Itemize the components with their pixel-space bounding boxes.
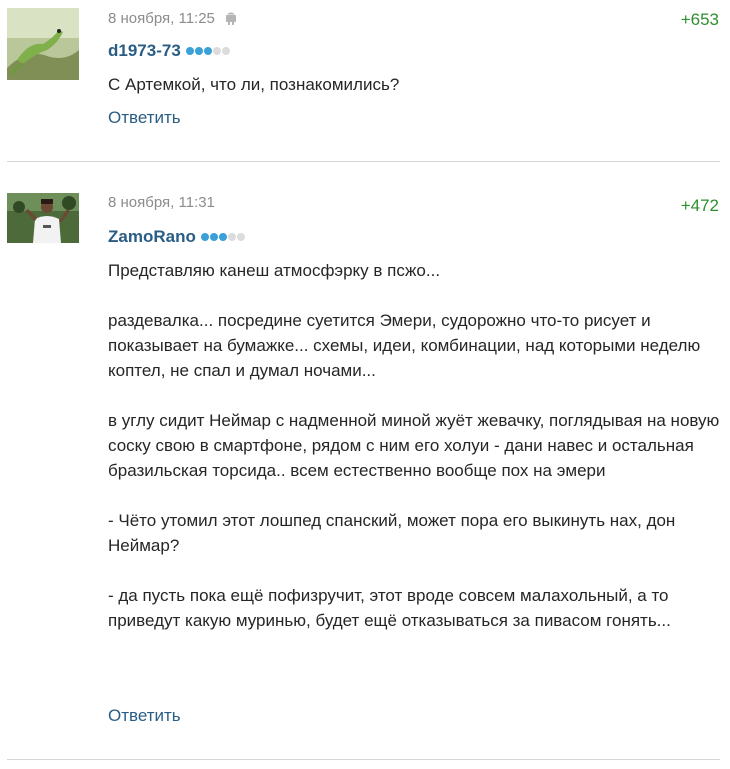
comment-paragraph: - да пусть пока ещё пофизручит, этот вро… xyxy=(108,586,671,630)
comment-paragraph: - Чёто утомил этот лошпед спанский, може… xyxy=(108,511,676,555)
user-level-dots xyxy=(185,40,231,60)
comment-paragraph: в углу сидит Неймар с надменной миной жу… xyxy=(108,411,720,480)
divider xyxy=(7,759,720,760)
date-text: 8 ноября, 11:25 xyxy=(108,10,215,27)
level-dot-filled xyxy=(203,47,212,55)
level-dot-empty xyxy=(212,47,221,55)
author-row: ZamoRano xyxy=(108,226,246,247)
level-dot-filled xyxy=(209,233,218,241)
author-link[interactable]: d1973-73 xyxy=(108,41,181,60)
level-dot-filled xyxy=(218,233,227,241)
reply-link[interactable]: Ответить xyxy=(108,108,181,128)
comment-paragraph: С Артемкой, что ли, познакомились? xyxy=(108,75,400,94)
user-level-dots xyxy=(200,226,246,246)
avatar-lizard-image xyxy=(7,8,79,80)
avatar-person-image xyxy=(7,193,79,243)
comment-date: 8 ноября, 11:25 xyxy=(108,10,237,29)
avatar[interactable] xyxy=(7,193,79,243)
level-dot-empty xyxy=(236,233,245,241)
level-dot-empty xyxy=(227,233,236,241)
divider xyxy=(7,161,720,162)
reply-link[interactable]: Ответить xyxy=(108,706,181,726)
date-text: 8 ноября, 11:31 xyxy=(108,194,215,211)
author-row: d1973-73 xyxy=(108,40,231,61)
rating-value: +653 xyxy=(680,10,719,29)
comment-paragraph: Представляю канеш атмосфэрку в псжо... xyxy=(108,261,441,280)
comment-date: 8 ноября, 11:31 xyxy=(108,194,215,211)
level-dot-filled xyxy=(200,233,209,241)
author-link[interactable]: ZamoRano xyxy=(108,227,196,246)
avatar[interactable] xyxy=(7,8,79,80)
rating-value: +472 xyxy=(680,196,719,215)
comment-text: Представляю канеш атмосфэрку в псжо... р… xyxy=(108,258,720,633)
comment-text: С Артемкой, что ли, познакомились? xyxy=(108,72,720,97)
level-dot-filled xyxy=(194,47,203,55)
comment-paragraph: раздевалка... посредине суетится Эмери, … xyxy=(108,311,701,380)
level-dot-empty xyxy=(221,47,230,55)
level-dot-filled xyxy=(185,47,194,55)
android-icon xyxy=(225,11,237,29)
